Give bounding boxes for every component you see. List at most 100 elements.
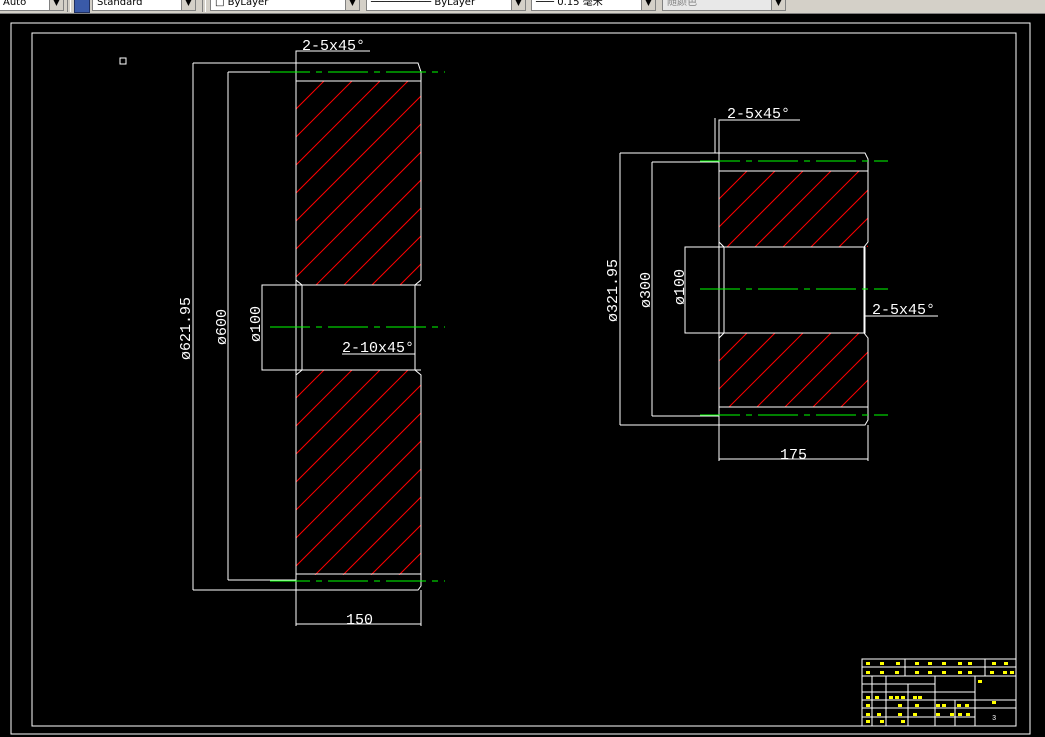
title-block-mark [942, 662, 946, 665]
plotstyle-combo[interactable]: 随颜色 ▼ [662, 0, 786, 11]
left-width-label: 150 [346, 612, 373, 629]
linetype-combo[interactable]: ────────── ByLayer ▼ [366, 0, 526, 11]
hatch-line [428, 81, 632, 285]
drawing-canvas[interactable]: 2-5x45° 2-10x45° ø621.95 ø600 ø100 150 2… [0, 14, 1045, 737]
left-chamfer-bore-label: 2-10x45° [342, 340, 414, 357]
title-block-mark [866, 720, 870, 723]
plotstyle-value: 随颜色 [667, 0, 697, 8]
hatch-line [810, 189, 868, 247]
title-block-mark [901, 720, 905, 723]
left-dia-600-label: ø600 [214, 309, 231, 345]
hatch-line [897, 333, 971, 407]
hatch-line [866, 245, 868, 247]
title-block-mark [968, 671, 972, 674]
chevron-down-icon[interactable]: ▼ [641, 0, 655, 10]
right-hatch-top [719, 171, 999, 247]
chevron-down-icon[interactable]: ▼ [49, 0, 63, 10]
hatch-line [840, 379, 868, 407]
hatch-line [719, 171, 748, 200]
title-block-mark [928, 671, 932, 674]
title-block-mark [968, 662, 972, 665]
hatch-line [370, 524, 421, 575]
title-block-mark [877, 713, 881, 716]
title-block-mark [1004, 662, 1008, 665]
hatch-line [296, 81, 381, 166]
dim-style-combo[interactable]: Standard ▼ [92, 0, 196, 11]
right-bore-chamfer [718, 241, 725, 339]
title-block-mark [936, 713, 940, 716]
title-block-mark [866, 704, 870, 707]
hatch-line [296, 81, 325, 110]
hatch-line [296, 81, 353, 138]
title-block-mark [880, 720, 884, 723]
dimension-style-icon[interactable] [74, 0, 90, 13]
hatch-line [719, 333, 748, 362]
hatch-line [540, 81, 744, 285]
hatch-line [314, 468, 421, 575]
chevron-down-icon[interactable]: ▼ [511, 0, 525, 10]
right-dia-outer-label: ø321.95 [605, 259, 622, 322]
hatch-line [719, 333, 776, 390]
hatch-line [343, 207, 421, 285]
title-block-mark [958, 671, 962, 674]
title-block-mark [898, 704, 902, 707]
title-block-mark [889, 696, 893, 699]
title-block-mark [880, 662, 884, 665]
toolbar-separator [67, 0, 71, 12]
linetype-value: ────────── ByLayer [371, 0, 475, 9]
title-block-mark [992, 701, 996, 704]
title-block-mark [866, 696, 870, 699]
left-chamfer-top-label: 2-5x45° [302, 38, 365, 55]
chevron-down-icon[interactable]: ▼ [345, 0, 359, 10]
hatch-line [296, 384, 421, 511]
layer-value: ByLayer [227, 0, 269, 8]
lineweight-combo[interactable]: ─── 0.15 毫米 ▼ [531, 0, 656, 11]
hatch-line [296, 370, 325, 399]
hatch-line [539, 370, 744, 575]
hatch-line [296, 95, 421, 222]
hatch-line [624, 81, 828, 285]
hatch-line [398, 552, 421, 575]
title-block-mark [915, 704, 919, 707]
title-block-mark [913, 713, 917, 716]
hatch-line [567, 370, 772, 575]
hatch-line [342, 496, 421, 575]
hatch-line [923, 171, 999, 247]
title-block-mark [913, 696, 917, 699]
right-gear-section[interactable]: 2-5x45° 2-5x45° ø321.95 ø300 ø100 175 [605, 106, 999, 464]
hatch-line [399, 263, 421, 285]
chevron-down-icon[interactable]: ▼ [771, 0, 785, 10]
text-style-value: Auto [3, 0, 27, 8]
hatch-line [455, 370, 660, 575]
title-block-mark [915, 662, 919, 665]
hatch-line [296, 81, 409, 194]
title-block-mark [990, 671, 994, 674]
linetype-label: ByLayer [434, 0, 476, 8]
lineweight-label: 0.15 毫米 [557, 0, 603, 8]
hatch-line [728, 333, 804, 407]
title-block-mark [978, 680, 982, 683]
left-hatch-top [296, 81, 828, 285]
right-chamfer-bore-label: 2-5x45° [872, 302, 935, 319]
hatch-line [623, 370, 828, 575]
hatch-line [315, 179, 421, 285]
hatch-line [782, 171, 860, 247]
hatch-line [427, 370, 632, 575]
title-block-mark [966, 713, 970, 716]
title-block-mark [992, 662, 996, 665]
title-block-mark [957, 704, 961, 707]
text-style-combo[interactable]: Auto ▼ [0, 0, 64, 11]
title-block-mark [898, 713, 902, 716]
title-block-mark [958, 713, 962, 716]
hatch-line [296, 81, 297, 82]
right-chamfer-leader [718, 119, 800, 153]
dim-style-value: Standard [97, 0, 143, 8]
title-block-mark [896, 662, 900, 665]
lineweight-value: ─── 0.15 毫米 [536, 0, 603, 9]
grip-marker[interactable] [119, 57, 127, 65]
layer-color-combo[interactable]: □ ByLayer ▼ [210, 0, 360, 11]
hatch-line [296, 370, 409, 483]
hatch-line [719, 333, 720, 334]
chevron-down-icon[interactable]: ▼ [181, 0, 195, 10]
hatch-line [483, 370, 688, 575]
